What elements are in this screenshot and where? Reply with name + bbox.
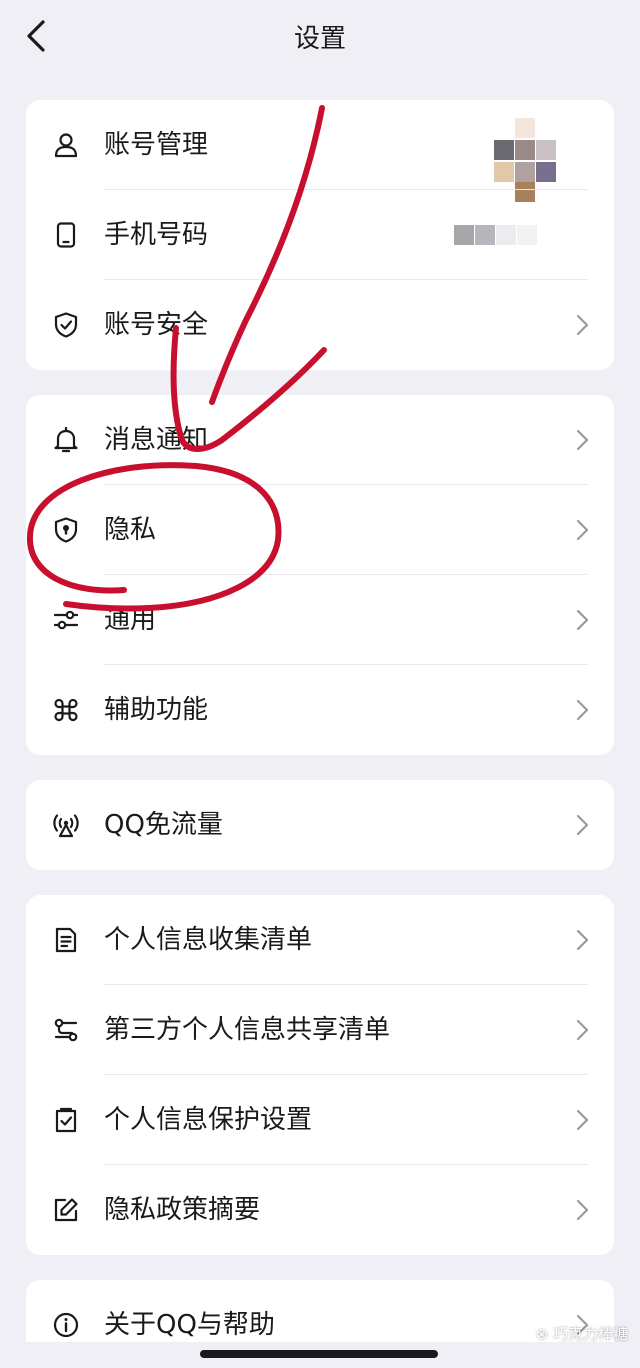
- chevron-right-icon: [576, 314, 589, 336]
- checkbox-icon: [55, 1107, 77, 1133]
- settings-item-label: 个人信息保护设置: [104, 1105, 313, 1135]
- page-title: 设置: [293, 24, 346, 54]
- chevron-right-icon: [576, 1109, 589, 1131]
- settings-group-personal-info: 个人信息收集清单 第三方个人信息共享清单 个人信息保护设置 隐私政策摘要: [26, 895, 614, 1255]
- settings-item-account-management[interactable]: 账号管理: [26, 100, 614, 202]
- avatar-thumbnail: [494, 118, 556, 202]
- settings-item-qq-free-data[interactable]: QQ免流量: [26, 780, 614, 870]
- settings-item-label: 隐私政策摘要: [104, 1195, 261, 1225]
- info-icon: [53, 1312, 79, 1338]
- watermark: ⊗ 巧克力棒糖: [535, 1325, 628, 1343]
- chevron-right-icon: [576, 519, 589, 541]
- signal-tower-icon: [53, 814, 79, 838]
- settings-item-label: 个人信息收集清单: [104, 925, 313, 955]
- settings-item-label: 手机号码: [104, 220, 209, 250]
- settings-item-label: 账号管理: [104, 130, 209, 160]
- settings-item-about-help[interactable]: 关于QQ与帮助: [26, 1280, 614, 1342]
- settings-item-label: 关于QQ与帮助: [104, 1310, 275, 1340]
- command-icon: [54, 698, 78, 722]
- settings-group-data: QQ免流量: [26, 780, 614, 870]
- settings-item-info-collection-list[interactable]: 个人信息收集清单: [26, 895, 614, 985]
- edit-icon: [54, 1198, 78, 1222]
- top-bar: 设置: [0, 0, 640, 72]
- settings-item-accessibility[interactable]: 辅助功能: [26, 665, 614, 755]
- phone-number-blurred: [454, 225, 537, 245]
- settings-item-phone-number[interactable]: 手机号码: [26, 190, 614, 280]
- settings-group-account: 账号管理 手机号码 账号安全: [26, 100, 614, 370]
- share-nodes-icon: [54, 1018, 78, 1042]
- settings-item-label: 隐私: [104, 515, 157, 545]
- chevron-right-icon: [576, 699, 589, 721]
- home-indicator[interactable]: [200, 1350, 438, 1358]
- settings-item-third-party-share-list[interactable]: 第三方个人信息共享清单: [26, 985, 614, 1075]
- settings-item-privacy-policy-summary[interactable]: 隐私政策摘要: [26, 1165, 614, 1255]
- document-list-icon: [55, 927, 77, 953]
- chevron-right-icon: [576, 1199, 589, 1221]
- chevron-right-icon: [576, 929, 589, 951]
- chevron-right-icon: [576, 1019, 589, 1041]
- settings-item-notifications[interactable]: 消息通知: [26, 395, 614, 485]
- settings-group-general: 消息通知 隐私 通用 辅助功能: [26, 395, 614, 755]
- chevron-right-icon: [576, 609, 589, 631]
- settings-item-privacy[interactable]: 隐私: [26, 485, 614, 575]
- settings-item-label: QQ免流量: [104, 810, 223, 840]
- shield-check-icon: [54, 312, 78, 338]
- person-icon: [54, 133, 78, 158]
- shield-lock-icon: [54, 517, 78, 543]
- chevron-right-icon: [576, 814, 589, 836]
- settings-item-label: 第三方个人信息共享清单: [104, 1015, 391, 1045]
- settings-item-label: 辅助功能: [104, 695, 209, 725]
- settings-item-label: 通用: [104, 605, 157, 635]
- settings-item-general[interactable]: 通用: [26, 575, 614, 665]
- settings-group-about: 关于QQ与帮助: [26, 1280, 614, 1342]
- chevron-right-icon: [576, 429, 589, 451]
- phone-icon: [56, 222, 76, 248]
- sliders-icon: [53, 610, 79, 630]
- settings-item-account-security[interactable]: 账号安全: [26, 280, 614, 370]
- settings-item-label: 账号安全: [104, 310, 209, 340]
- settings-item-label: 消息通知: [104, 425, 209, 455]
- settings-item-info-protection-settings[interactable]: 个人信息保护设置: [26, 1075, 614, 1165]
- bell-icon: [54, 426, 78, 453]
